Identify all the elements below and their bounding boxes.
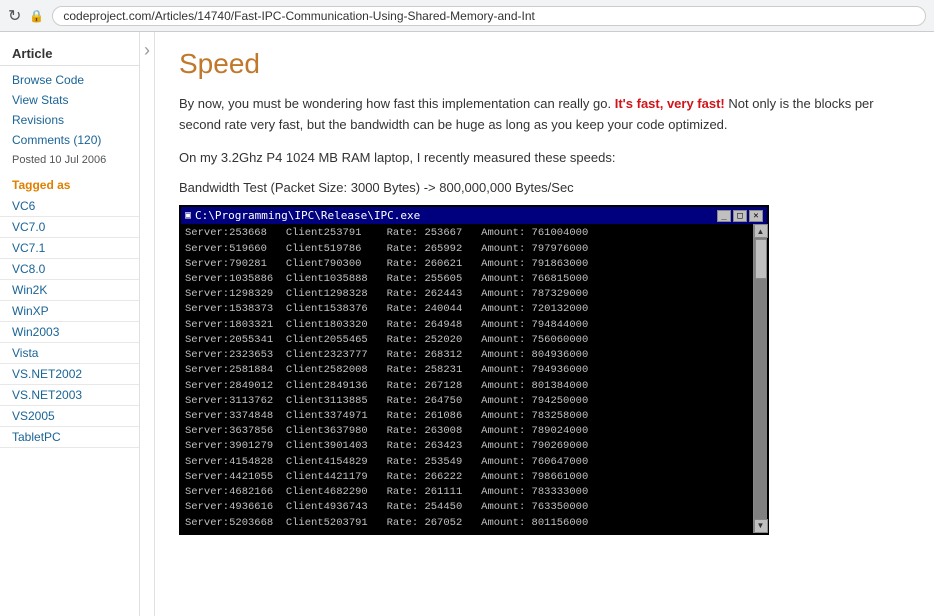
lock-icon: 🔒 <box>29 9 44 23</box>
browser-bar: ↻ 🔒 <box>0 0 934 32</box>
sidebar-link-view-stats[interactable]: View Stats <box>0 90 139 110</box>
intro-text-before: By now, you must be wondering how fast t… <box>179 96 615 111</box>
cmd-line: Server:519660 Client519786 Rate: 265992 … <box>185 242 749 257</box>
sidebar-tag-win2003[interactable]: Win2003 <box>0 322 139 343</box>
sidebar-tag-vc71[interactable]: VC7.1 <box>0 238 139 259</box>
scrollbar-up-button[interactable] <box>754 224 768 238</box>
cmd-line: Server:3901279 Client3901403 Rate: 26342… <box>185 439 749 454</box>
scrollbar-down-button[interactable] <box>754 519 768 533</box>
sidebar-tag-vsnet2003[interactable]: VS.NET2003 <box>0 385 139 406</box>
cmd-line: Server:3637856 Client3637980 Rate: 26300… <box>185 424 749 439</box>
measured-text: On my 3.2Ghz P4 1024 MB RAM laptop, I re… <box>179 148 910 169</box>
cmd-line: Server:3113762 Client3113885 Rate: 26475… <box>185 394 749 409</box>
back-arrow: › <box>140 32 155 616</box>
page-layout: Article Browse Code View Stats Revisions… <box>0 32 934 616</box>
cmd-line: Server:1803321 Client1803320 Rate: 26494… <box>185 318 749 333</box>
cmd-line: Server:4154828 Client4154829 Rate: 25354… <box>185 455 749 470</box>
cmd-scrollbar[interactable] <box>753 224 767 532</box>
cmd-line: Server:790281 Client790300 Rate: 260621 … <box>185 257 749 272</box>
url-bar[interactable] <box>52 6 926 26</box>
intro-paragraph: By now, you must be wondering how fast t… <box>179 94 910 136</box>
cmd-line: Server:4936616 Client4936743 Rate: 25445… <box>185 500 749 515</box>
cmd-minimize-button[interactable]: _ <box>717 210 731 222</box>
cmd-line: Server:5203668 Client5203791 Rate: 26705… <box>185 516 749 531</box>
cmd-close-button[interactable]: ✕ <box>749 210 763 222</box>
cmd-titlebar: ▣ C:\Programming\IPC\Release\IPC.exe _ □… <box>181 207 767 224</box>
sidebar-tag-tabletpc[interactable]: TabletPC <box>0 427 139 448</box>
scrollbar-thumb[interactable] <box>755 239 767 279</box>
cmd-icon: ▣ <box>185 210 191 221</box>
cmd-line: Server:3374848 Client3374971 Rate: 26108… <box>185 409 749 424</box>
sidebar-link-comments[interactable]: Comments (120) <box>0 130 139 150</box>
cmd-line: Server:4421055 Client4421179 Rate: 26622… <box>185 470 749 485</box>
sidebar-tag-vista[interactable]: Vista <box>0 343 139 364</box>
scrollbar-track <box>754 238 767 518</box>
sidebar: Article Browse Code View Stats Revisions… <box>0 32 140 616</box>
section-title: Speed <box>179 48 910 80</box>
cmd-restore-button[interactable]: □ <box>733 210 747 222</box>
cmd-line: Server:2055341 Client2055465 Rate: 25202… <box>185 333 749 348</box>
bandwidth-text: Bandwidth Test (Packet Size: 3000 Bytes)… <box>179 180 910 195</box>
sidebar-tagged-label: Tagged as <box>0 170 139 196</box>
cmd-line: Server:1298329 Client1298328 Rate: 26244… <box>185 287 749 302</box>
refresh-icon[interactable]: ↻ <box>8 6 21 26</box>
sidebar-tag-vsnet2002[interactable]: VS.NET2002 <box>0 364 139 385</box>
sidebar-link-revisions[interactable]: Revisions <box>0 110 139 130</box>
sidebar-posted-date: Posted 10 Jul 2006 <box>0 150 139 170</box>
cmd-title: C:\Programming\IPC\Release\IPC.exe <box>195 209 420 222</box>
cmd-line: Server:2849012 Client2849136 Rate: 26712… <box>185 379 749 394</box>
sidebar-tag-vs2005[interactable]: VS2005 <box>0 406 139 427</box>
sidebar-tag-vc6[interactable]: VC6 <box>0 196 139 217</box>
cmd-line: Server:253668 Client253791 Rate: 253667 … <box>185 226 749 241</box>
cmd-line: Server:1538373 Client1538376 Rate: 24004… <box>185 302 749 317</box>
sidebar-tag-vc80[interactable]: VC8.0 <box>0 259 139 280</box>
cmd-window: ▣ C:\Programming\IPC\Release\IPC.exe _ □… <box>179 205 769 534</box>
cmd-titlebar-buttons: _ □ ✕ <box>717 210 763 222</box>
sidebar-tag-winxp[interactable]: WinXP <box>0 301 139 322</box>
article-section-title: Article <box>0 40 139 65</box>
cmd-line: Server:4682166 Client4682290 Rate: 26111… <box>185 485 749 500</box>
cmd-body: Server:253668 Client253791 Rate: 253667 … <box>181 224 753 532</box>
intro-highlight: It's fast, very fast! <box>615 96 725 111</box>
cmd-line: Server:1035886 Client1035888 Rate: 25560… <box>185 272 749 287</box>
cmd-line: Server:2323653 Client2323777 Rate: 26831… <box>185 348 749 363</box>
sidebar-link-browse-code[interactable]: Browse Code <box>0 70 139 90</box>
main-content: Speed By now, you must be wondering how … <box>155 32 934 616</box>
cmd-body-area: Server:253668 Client253791 Rate: 253667 … <box>181 224 767 532</box>
sidebar-tag-vc70[interactable]: VC7.0 <box>0 217 139 238</box>
sidebar-tag-win2k[interactable]: Win2K <box>0 280 139 301</box>
cmd-line: Server:2581884 Client2582008 Rate: 25823… <box>185 363 749 378</box>
